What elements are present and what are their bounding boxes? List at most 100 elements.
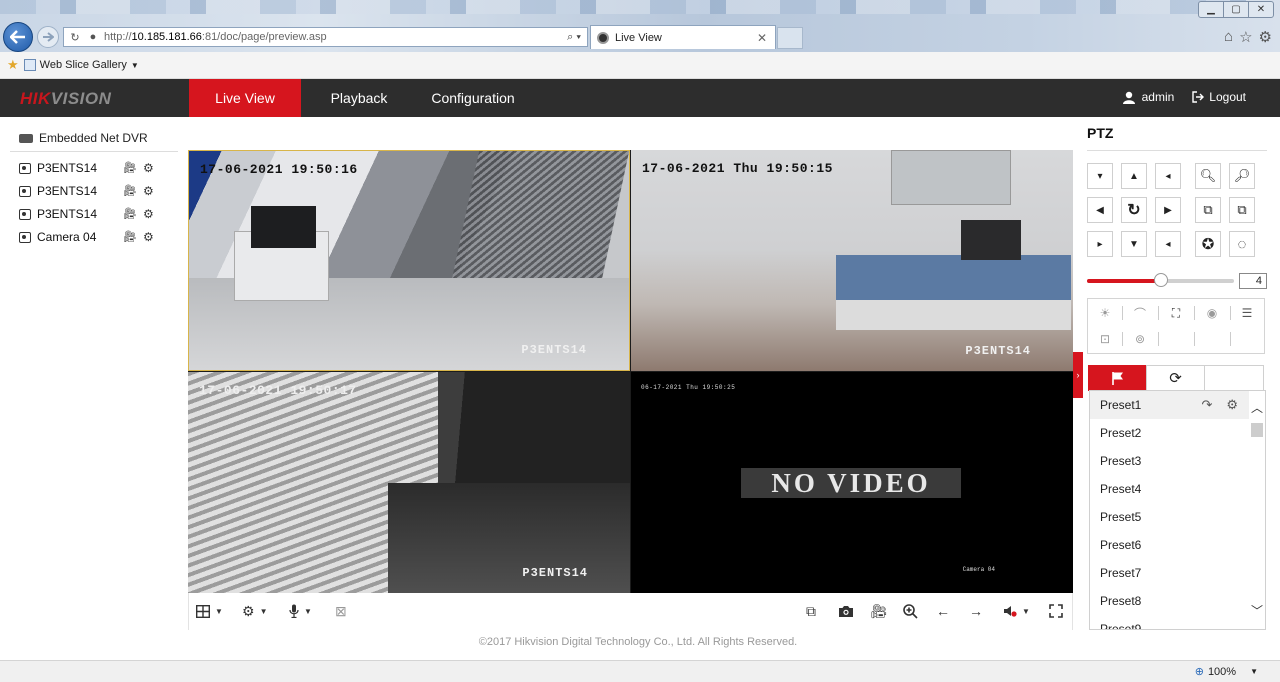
nav-playback[interactable]: Playback	[312, 79, 406, 117]
ptz-right-button[interactable]: ▶	[1155, 197, 1181, 223]
preset-scrollbar[interactable]: ︿ ﹀	[1249, 391, 1265, 629]
ptz-down-right-button[interactable]: ◂	[1155, 231, 1181, 257]
ptz-up-button[interactable]: ▲	[1121, 163, 1147, 189]
focus-far-button[interactable]: ⧉	[1229, 197, 1255, 223]
forward-button[interactable]	[37, 26, 59, 48]
chevron-down-icon[interactable]: ▼	[1250, 667, 1258, 676]
video-tile-1[interactable]: 17-06-2021 19:50:16 P3ENTS14	[188, 150, 630, 371]
maximize-button[interactable]: ▢	[1223, 1, 1249, 18]
ptz-down-button[interactable]: ▼	[1121, 231, 1147, 257]
preset-item[interactable]: Preset5	[1090, 503, 1250, 531]
minimize-button[interactable]: ▁	[1198, 1, 1224, 18]
separator	[1230, 306, 1231, 320]
ptz-icon[interactable]: ⚙	[143, 231, 154, 243]
address-bar[interactable]: ↻ ● http://10.185.181.66:81/doc/page/pre…	[63, 27, 588, 47]
record-icon[interactable]: 🎥︎	[123, 231, 137, 243]
video-tile-3[interactable]: 17-06-2021 19:50:17 P3ENTS14	[188, 372, 630, 593]
menu-lines-icon: ☰	[1241, 306, 1253, 320]
chevron-up-icon[interactable]: ︿	[1251, 399, 1263, 416]
camera-item[interactable]: P3ENTS14 🎥︎ ⚙	[19, 205, 164, 223]
close-window-button[interactable]: ✕	[1248, 1, 1274, 18]
zoom-in-button[interactable]: 🔎︎	[1229, 163, 1255, 189]
video-tile-2[interactable]: 17-06-2021 Thu 19:50:15 P3ENTS14	[631, 150, 1073, 371]
ptz-icon[interactable]: ⚙	[143, 162, 154, 174]
favorites-star-icon[interactable]: ★	[7, 57, 19, 73]
next-page-button[interactable]: →	[969, 603, 983, 619]
tab-pattern[interactable]	[1204, 365, 1264, 391]
scene-panel	[891, 150, 1011, 205]
set-preset-gear-icon[interactable]: ⚙	[1226, 397, 1238, 413]
capture-button[interactable]	[838, 603, 854, 619]
ptz-icon[interactable]: ⚙	[143, 208, 154, 220]
camera-item[interactable]: P3ENTS14 🎥︎ ⚙	[19, 182, 164, 200]
volume-button[interactable]: ▼	[1003, 603, 1030, 619]
ptz-left-button[interactable]: ◀	[1087, 197, 1113, 223]
nav-live-view[interactable]: Live View	[189, 79, 301, 117]
record-icon[interactable]: 🎥︎	[123, 208, 137, 220]
focus-near-button[interactable]: ⧉	[1195, 197, 1221, 223]
call-preset-icon[interactable]: ↷	[1201, 397, 1212, 413]
camera-item[interactable]: P3ENTS14 🎥︎ ⚙	[19, 159, 164, 177]
iris-open-button[interactable]: ✪	[1195, 231, 1221, 257]
preset-item[interactable]: Preset8	[1090, 587, 1250, 615]
preset-item[interactable]: Preset2	[1090, 419, 1250, 447]
settings-gear-icon[interactable]: ⚙	[1259, 28, 1272, 46]
favorites-star-icon[interactable]: ☆	[1239, 28, 1252, 46]
eztoom-button[interactable]: ⊠	[335, 603, 347, 619]
3d-zoom-button[interactable]: ⊚	[1127, 329, 1153, 349]
web-slice-gallery-link[interactable]: Web Slice Gallery	[40, 59, 127, 71]
compat-view-icon[interactable]: ↻	[68, 30, 82, 44]
iris-close-button[interactable]: ◌	[1229, 231, 1255, 257]
ptz-icon[interactable]: ⚙	[143, 185, 154, 197]
aux-focus-button[interactable]: ⛶	[1163, 303, 1189, 323]
window-layout-button[interactable]: ▼	[196, 603, 223, 619]
preset-item[interactable]: Preset7	[1090, 559, 1250, 587]
collapse-ptz-handle[interactable]: ›	[1073, 352, 1083, 398]
lens-init-button[interactable]: ◉	[1199, 303, 1225, 323]
ptz-up-right-button[interactable]: ◂	[1155, 163, 1181, 189]
wiper-button[interactable]: ⌒	[1127, 303, 1153, 323]
video-tile-4[interactable]: 06-17-2021 Thu 19:50:25 NO VIDEO Camera …	[631, 372, 1073, 593]
light-button[interactable]: ☀	[1092, 303, 1118, 323]
stream-type-button[interactable]: ⚙ ▼	[242, 603, 267, 619]
ptz-speed-handle[interactable]	[1154, 273, 1168, 287]
stop-all-button[interactable]: ⧉	[806, 603, 816, 619]
record-icon[interactable]: 🎥︎	[123, 162, 137, 174]
ptz-auto-button[interactable]: ↻	[1121, 197, 1147, 223]
dvr-root-node[interactable]: Embedded Net DVR	[19, 131, 148, 145]
chevron-down-icon[interactable]: ﹀	[1251, 602, 1263, 619]
new-tab-button[interactable]	[777, 27, 803, 49]
logout-link[interactable]: Logout	[1209, 90, 1246, 104]
audio-button[interactable]: ▼	[289, 603, 312, 619]
chevron-down-icon[interactable]: ▼	[131, 61, 139, 70]
ptz-up-left-button[interactable]: ▾	[1087, 163, 1113, 189]
username[interactable]: admin	[1142, 90, 1175, 104]
nav-configuration[interactable]: Configuration	[418, 79, 528, 117]
scrollbar-thumb[interactable]	[1251, 423, 1263, 437]
camera-item[interactable]: Camera 04 🎥︎ ⚙	[19, 228, 164, 246]
preset-item[interactable]: Preset6	[1090, 531, 1250, 559]
zoom-control[interactable]: ⊕ 100% ▼	[1195, 665, 1258, 679]
tab-patrol[interactable]: ⟳	[1146, 365, 1205, 391]
preset-item[interactable]: Preset4	[1090, 475, 1250, 503]
address-url[interactable]: http://10.185.181.66:81/doc/page/preview…	[104, 31, 327, 43]
preset-item[interactable]: Preset3	[1090, 447, 1250, 475]
record-all-button[interactable]: 🎥︎	[870, 603, 888, 619]
manual-track-button[interactable]: ⊡	[1092, 329, 1118, 349]
preset-item[interactable]: Preset1 ↷ ⚙	[1090, 391, 1250, 419]
record-icon[interactable]: 🎥︎	[123, 185, 137, 197]
tab-preset[interactable]	[1088, 365, 1147, 391]
previous-page-button[interactable]: ←	[936, 603, 950, 619]
home-icon[interactable]: ⌂	[1224, 28, 1233, 46]
more-menu-button[interactable]: ☰	[1234, 303, 1260, 323]
tab-close-icon[interactable]: ✕	[757, 31, 767, 45]
preset-name: Preset3	[1100, 454, 1142, 468]
digital-zoom-button[interactable]	[903, 603, 918, 619]
back-button[interactable]	[3, 22, 33, 52]
preset-item[interactable]: Preset9	[1090, 615, 1250, 629]
ptz-down-left-button[interactable]: ▸	[1087, 231, 1113, 257]
fullscreen-button[interactable]	[1049, 603, 1063, 619]
search-dropdown-icon[interactable]: ⌕ ▾	[567, 31, 581, 44]
zoom-out-button[interactable]: 🔍︎	[1195, 163, 1221, 189]
browser-tab[interactable]: Live View ✕	[590, 25, 776, 49]
